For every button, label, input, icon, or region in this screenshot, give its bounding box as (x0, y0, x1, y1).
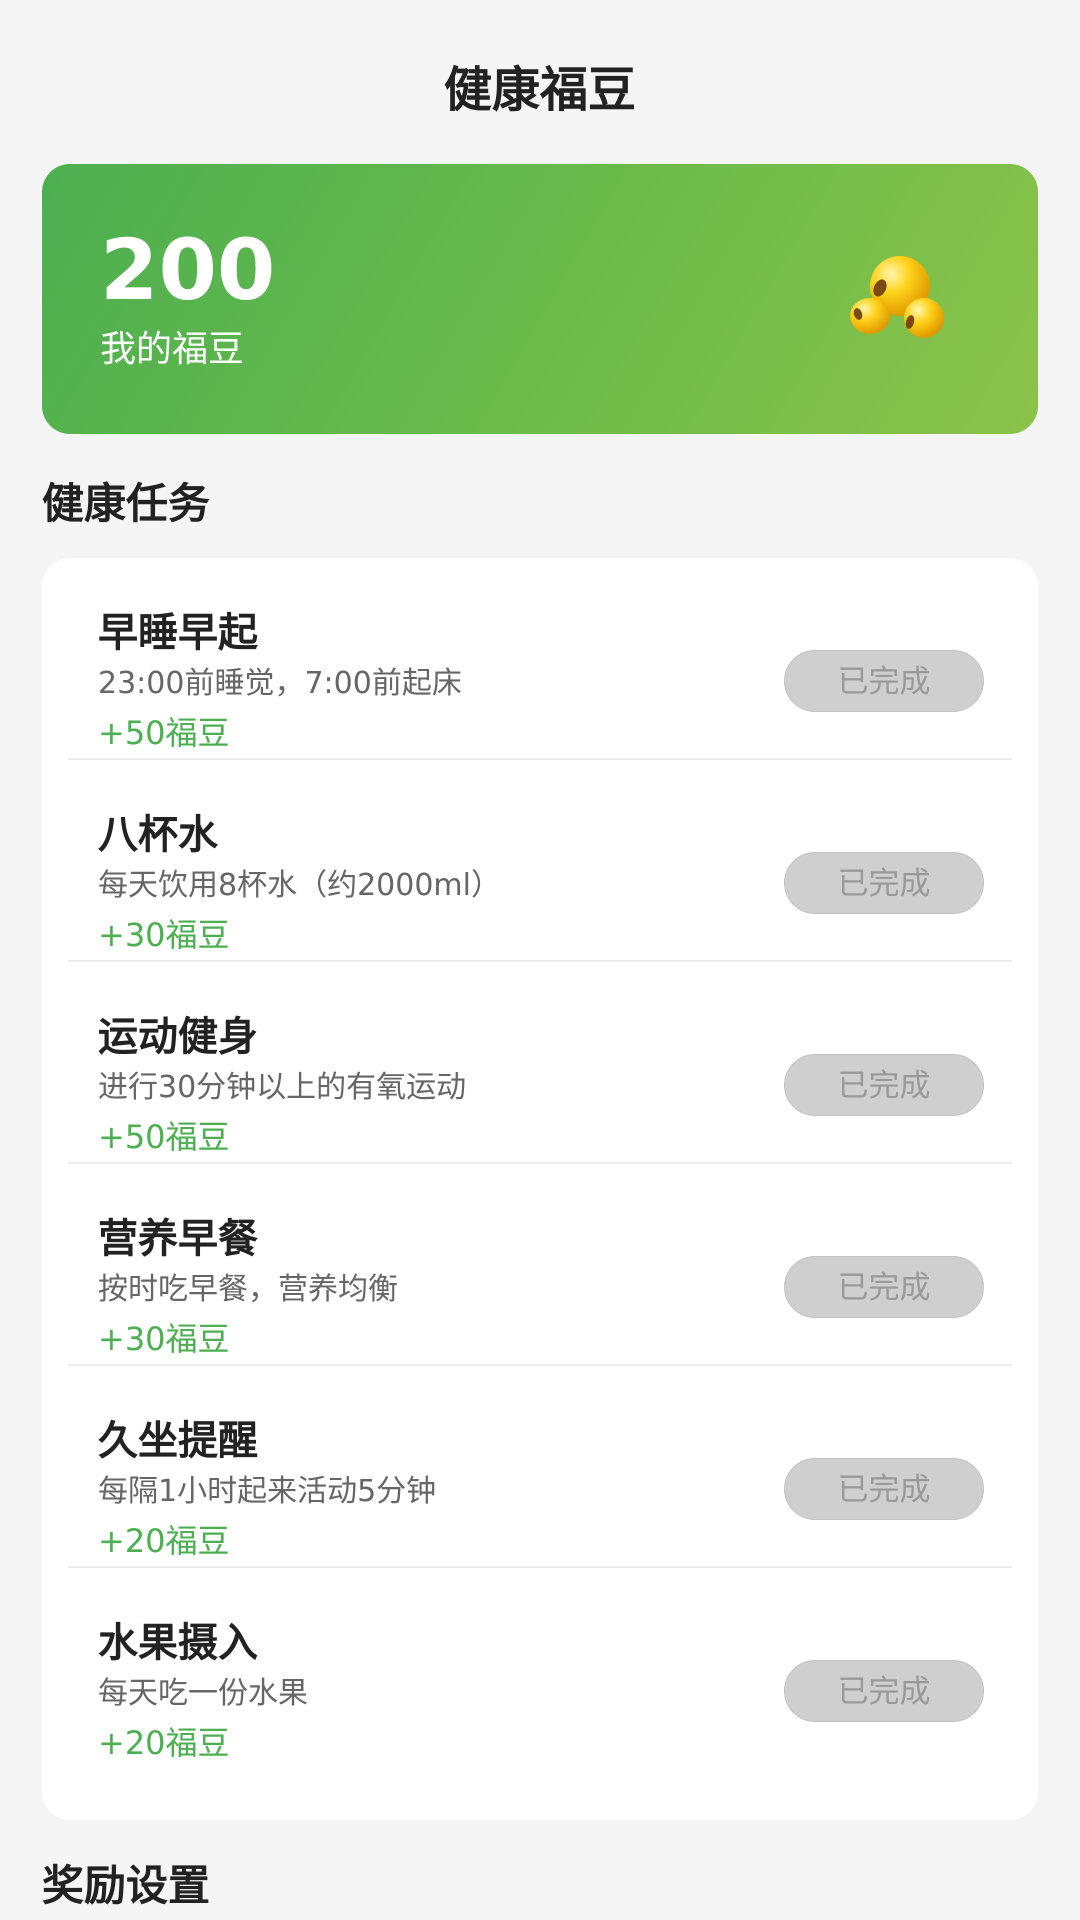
task-name: 早睡早起 (98, 610, 258, 656)
task-status-button[interactable]: 已完成 (784, 1054, 984, 1116)
task-reward: +50福豆 (98, 1118, 230, 1156)
task-description: 进行30分钟以上的有氧运动 (98, 1070, 467, 1105)
balance-card: 200 我的福豆 (42, 164, 1038, 434)
rewards-section-title: 奖励设置 (42, 1861, 211, 1910)
task-name: 水果摄入 (98, 1620, 258, 1666)
task-reward: +30福豆 (98, 1320, 230, 1358)
task-row: 水果摄入 每天吃一份水果 +20福豆 已完成 (42, 1568, 1038, 1770)
task-description: 每隔1小时起来活动5分钟 (98, 1474, 437, 1509)
task-description: 每天饮用8杯水（约2000ml） (98, 868, 501, 903)
task-reward: +20福豆 (98, 1522, 230, 1560)
task-reward: +30福豆 (98, 916, 230, 954)
task-row: 八杯水 每天饮用8杯水（约2000ml） +30福豆 已完成 (42, 760, 1038, 962)
task-name: 八杯水 (98, 812, 218, 858)
task-status-button[interactable]: 已完成 (784, 650, 984, 712)
task-status-button[interactable]: 已完成 (784, 1660, 984, 1722)
balance-label: 我的福豆 (100, 329, 245, 370)
task-row: 早睡早起 23:00前睡觉，7:00前起床 +50福豆 已完成 (42, 558, 1038, 760)
task-description: 23:00前睡觉，7:00前起床 (98, 666, 462, 701)
task-row: 营养早餐 按时吃早餐，营养均衡 +30福豆 已完成 (42, 1164, 1038, 1366)
task-status-button[interactable]: 已完成 (784, 1458, 984, 1520)
task-name: 运动健身 (98, 1014, 258, 1060)
task-status-button[interactable]: 已完成 (784, 852, 984, 914)
task-reward: +50福豆 (98, 714, 230, 752)
task-row: 久坐提醒 每隔1小时起来活动5分钟 +20福豆 已完成 (42, 1366, 1038, 1568)
task-name: 久坐提醒 (98, 1418, 258, 1464)
balance-value: 200 (100, 221, 276, 319)
golden-beans-icon (850, 256, 944, 338)
task-row: 运动健身 进行30分钟以上的有氧运动 +50福豆 已完成 (42, 962, 1038, 1164)
tasks-section-title: 健康任务 (42, 479, 211, 528)
task-name: 营养早餐 (98, 1216, 258, 1262)
tasks-card: 早睡早起 23:00前睡觉，7:00前起床 +50福豆 已完成 八杯水 每天饮用… (42, 558, 1038, 1820)
task-description: 每天吃一份水果 (98, 1676, 308, 1711)
task-reward: +20福豆 (98, 1724, 230, 1762)
page-title: 健康福豆 (443, 62, 636, 118)
task-description: 按时吃早餐，营养均衡 (98, 1272, 398, 1307)
task-status-button[interactable]: 已完成 (784, 1256, 984, 1318)
